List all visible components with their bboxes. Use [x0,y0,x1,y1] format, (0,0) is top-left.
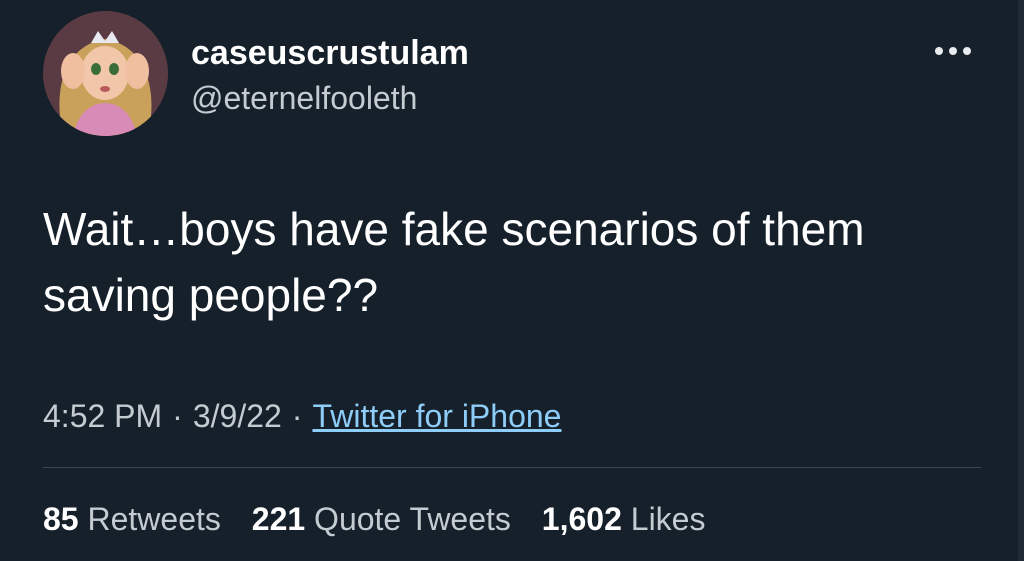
user-handle[interactable]: @eternelfooleth [191,78,417,118]
tweet-stats: 85 Retweets 221 Quote Tweets 1,602 Likes [43,497,727,541]
more-options-icon[interactable] [935,40,971,62]
meta-separator: · [172,398,183,434]
more-dot [963,47,971,55]
meta-separator: · [291,398,303,434]
tweet-date[interactable]: 3/9/22 [193,398,282,434]
tweet-meta: 4:52 PM · 3/9/22 · Twitter for iPhone [43,394,561,438]
divider [43,467,981,468]
tweet-time[interactable]: 4:52 PM [43,398,162,434]
likes-label: Likes [630,501,706,537]
tweet-detail: caseuscrustulam @eternelfooleth Wait…boy… [0,0,1024,561]
more-dot [949,47,957,55]
more-dot [935,47,943,55]
avatar-image [43,11,168,136]
tweet-text: Wait…boys have fake scenarios of them sa… [43,203,865,321]
tweet-source-link[interactable]: Twitter for iPhone [312,398,561,434]
likes-stat[interactable]: 1,602 Likes [542,501,706,537]
display-name[interactable]: caseuscrustulam [191,33,469,73]
avatar[interactable] [43,11,168,136]
retweets-label: Retweets [87,501,221,537]
retweets-stat[interactable]: 85 Retweets [43,501,221,537]
likes-count: 1,602 [541,501,622,537]
quote-tweets-label: Quote Tweets [314,501,511,537]
quote-tweets-count: 221 [251,501,306,537]
quote-tweets-stat[interactable]: 221 Quote Tweets [252,501,511,537]
retweets-count: 85 [43,501,79,537]
scrollbar[interactable] [1018,0,1024,561]
